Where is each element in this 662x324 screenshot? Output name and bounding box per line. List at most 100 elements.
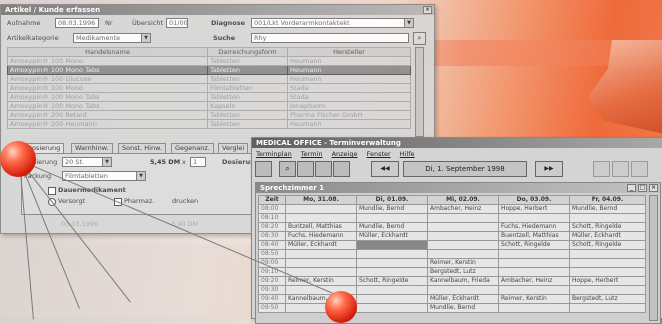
appointment-cell[interactable]	[427, 222, 499, 232]
chevron-down-icon[interactable]: ▼	[141, 34, 150, 42]
table-row[interactable]: 08:30 Fuchs, Hiedemann Müller, Eckhardt Bue…	[258, 231, 646, 241]
column-header[interactable]: Zeit	[258, 195, 286, 205]
appointment-cell[interactable]	[356, 267, 428, 277]
appointment-cell[interactable]	[285, 267, 357, 277]
appointment-cell[interactable]: Mundlie, Bernd	[569, 204, 646, 214]
table-row[interactable]: 08:10	[258, 213, 646, 223]
table-row[interactable]: 08:20 Buntzell, Matthias Mundlie, Bernd Fuc…	[258, 222, 646, 232]
appointment-cell[interactable]: Ambacher, Heinz	[498, 276, 570, 286]
appointment-cell[interactable]	[569, 258, 646, 268]
appointment-cell[interactable]: Mundlie, Bernd	[427, 303, 499, 313]
table-row[interactable]: Amoxypin® 100 Mono Tabs Tabletten Stada	[7, 92, 411, 102]
appointment-cell[interactable]: Müller, Eckhardt	[285, 240, 357, 250]
appointment-cell[interactable]	[356, 303, 428, 313]
appointment-cell[interactable]	[427, 249, 499, 259]
close-icon[interactable]	[631, 161, 648, 177]
appointment-cell[interactable]	[356, 258, 428, 268]
schedule-scrollbar[interactable]	[649, 195, 658, 321]
chevron-down-icon[interactable]: ▼	[102, 158, 111, 166]
column-header[interactable]: Darreichungsform	[207, 47, 288, 57]
tab-sonstige-hinweise[interactable]: Sonst. Hinw.	[118, 143, 166, 153]
appointment-cell[interactable]	[498, 267, 570, 277]
appointment-cell[interactable]	[427, 240, 499, 250]
appointment-cell[interactable]	[285, 213, 357, 223]
diagnose-field[interactable]: 001/Lkt Vorderarmkontaktekt ▼	[251, 18, 414, 28]
appointment-cell[interactable]: Mundlie, Bernd	[356, 204, 428, 214]
menu-item-hilfe[interactable]: Hilfe	[400, 150, 415, 158]
appointment-cell[interactable]	[356, 213, 428, 223]
table-row[interactable]: 09:20 Reimer, Kerstin Schott, Ringelde Kann…	[258, 276, 646, 286]
table-row[interactable]: 09:50 Mundlie, Bernd	[258, 303, 646, 313]
appointment-cell[interactable]	[356, 285, 428, 295]
chevron-down-icon[interactable]: ▼	[136, 172, 145, 180]
menu-item-fenster[interactable]: Fenster	[367, 150, 391, 158]
appointment-cell[interactable]	[569, 303, 646, 313]
appointment-cell[interactable]	[498, 285, 570, 295]
appointment-cell[interactable]	[569, 267, 646, 277]
table-row[interactable]: Amoxypin® 100 Mono Filmtabletten Stada	[7, 83, 411, 93]
dauer-checkbox[interactable]	[48, 187, 56, 195]
calendar-icon[interactable]	[255, 161, 272, 177]
tab-vergleich[interactable]: Verglei	[218, 143, 249, 153]
appointment-cell[interactable]: Hoppe, Herbert	[498, 204, 570, 214]
appointment-cell[interactable]	[569, 285, 646, 295]
close-icon[interactable]: ×	[649, 184, 658, 192]
appointment-cell[interactable]: Hoppe, Herbert	[569, 276, 646, 286]
search-icon[interactable]: ⌕	[279, 161, 296, 177]
packung-select[interactable]: Filmtabletten ▼	[62, 171, 146, 181]
ubersicht-field[interactable]: 01/00	[166, 18, 188, 28]
column-header[interactable]: Fr, 04.09.	[569, 195, 646, 205]
column-header[interactable]: Mi, 02.09.	[427, 195, 499, 205]
appointment-cell[interactable]: Bergstedt, Lutz	[427, 267, 499, 277]
appointment-cell[interactable]: Schott, Ringelde	[498, 240, 570, 250]
appointment-cell[interactable]: Schott, Ringelde	[569, 222, 646, 232]
appointment-cell[interactable]: Müller, Eckhardt	[427, 294, 499, 304]
next-button[interactable]: ▶▶	[535, 161, 563, 177]
table-row[interactable]: 09:40 Kannelbaum, Frieda Müller, Eckhardt R…	[258, 294, 646, 304]
appointment-cell[interactable]: Kannelbaum, Frieda	[427, 276, 499, 286]
table-row[interactable]: Amoxypin® 100 Mono Tabs Kapseln Jenapharm	[7, 101, 411, 111]
date-field[interactable]: 08.03.1996	[55, 18, 99, 28]
appointment-cell[interactable]	[569, 249, 646, 259]
document-icon[interactable]	[297, 161, 314, 177]
appointment-cell[interactable]	[569, 213, 646, 223]
table-row[interactable]: Amoxypin® 100 Glucose Tabletten Heumann	[7, 74, 411, 84]
appointment-cell[interactable]	[427, 213, 499, 223]
appointment-cell[interactable]	[498, 213, 570, 223]
appointment-cell[interactable]: Buntzell, Matthias	[285, 222, 357, 232]
appointment-cell[interactable]	[498, 258, 570, 268]
menu-item-anzeige[interactable]: Anzeige	[332, 150, 358, 158]
appointment-cell[interactable]: Fuchs, Hiedemann	[498, 222, 570, 232]
edit-icon[interactable]	[315, 161, 332, 177]
quantity-field[interactable]: 1	[190, 157, 206, 167]
table-row[interactable]: 09:00 Reimer, Kerstin	[258, 258, 646, 268]
maximize-icon[interactable]	[612, 161, 629, 177]
appointment-cell[interactable]: Bergstedt, Lutz	[569, 294, 646, 304]
minimize-icon[interactable]: _	[627, 184, 636, 192]
appointment-cell[interactable]: Reimer, Kerstin	[498, 294, 570, 304]
appointment-cell[interactable]: Fuchs, Hiedemann	[285, 231, 357, 241]
maximize-icon[interactable]: □	[638, 184, 647, 192]
close-icon[interactable]: ×	[423, 6, 432, 14]
column-header[interactable]: Mo, 31.08.	[285, 195, 357, 205]
appointment-cell[interactable]	[356, 294, 428, 304]
table-row[interactable]: Amoxypin® 100 Mono Tabletten Heumann	[7, 56, 411, 66]
menu-item-termin[interactable]: Termin	[301, 150, 323, 158]
menu-item-terminplan[interactable]: Terminplan	[256, 150, 292, 158]
table-row[interactable]: Amoxypin® 200 Retard Tabletten Pharma Fisc…	[7, 110, 411, 120]
table-row[interactable]: 08:00 Mundlie, Bernd Ambacher, Heinz Hoppe,…	[258, 204, 646, 214]
table-row[interactable]: 09:10 Bergstedt, Lutz	[258, 267, 646, 277]
table-row[interactable]: 08:40 Müller, Eckhardt Schott, Ringelde Sch…	[258, 240, 646, 250]
prev-button[interactable]: ◀◀	[371, 161, 399, 177]
print-icon[interactable]	[333, 161, 350, 177]
table-row[interactable]: 08:50	[258, 249, 646, 259]
column-header[interactable]: Hersteller	[287, 47, 411, 57]
appointment-cell[interactable]: Reimer, Kerstin	[427, 258, 499, 268]
tab-warnhinweise[interactable]: Warnhinw.	[71, 143, 113, 153]
article-table-scrollbar[interactable]	[415, 47, 424, 137]
appointment-cell[interactable]: Buentzell, Matthias	[498, 231, 570, 241]
appointment-cell[interactable]	[427, 285, 499, 295]
kategorie-select[interactable]: Medikamente ▼	[73, 33, 151, 43]
appointment-cell[interactable]	[356, 240, 428, 250]
appointment-cell[interactable]: Müller, Eckhardt	[569, 231, 646, 241]
